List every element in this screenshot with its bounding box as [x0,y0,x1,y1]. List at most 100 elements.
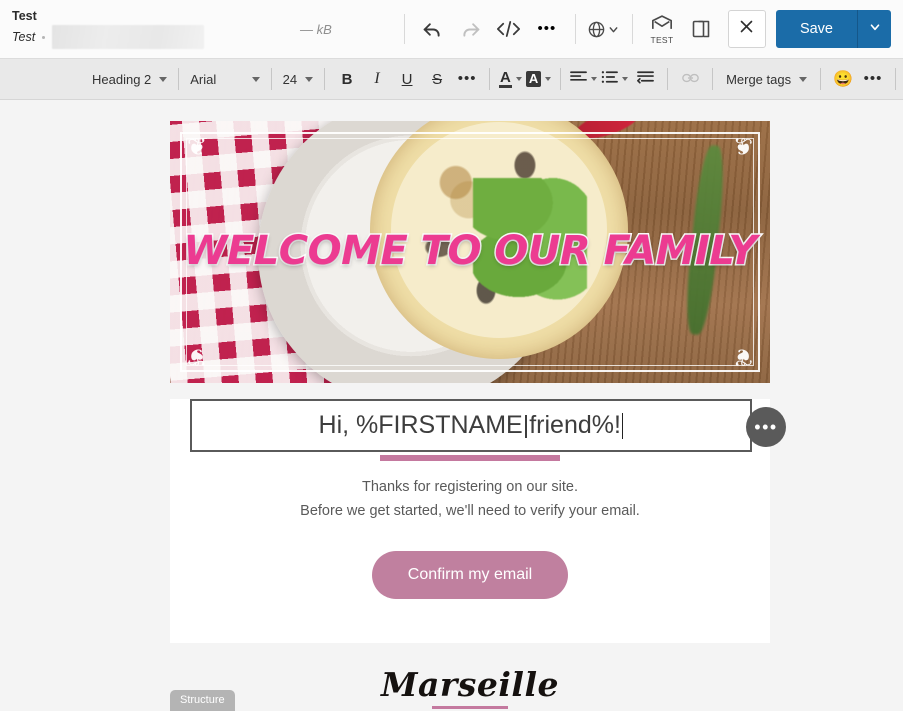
test-envelope-icon [651,14,673,35]
chevron-down-icon [251,76,260,82]
language-selector[interactable] [585,10,623,48]
more-text-format-button[interactable]: ••• [454,65,480,93]
font-size-dropdown[interactable]: 24 [279,65,317,93]
confirm-email-button[interactable]: Confirm my email [371,551,569,599]
hero-image-block[interactable]: ❦ ❦ ❦ ❦ WELCOME TO OUR FAMILY [170,121,770,383]
heading-text: Hi, %FIRSTNAME|friend%! [318,411,621,439]
close-editor-button[interactable] [727,10,766,48]
body-line-2: Before we get started, we'll need to ver… [300,503,640,519]
hero-headline: WELCOME TO OUR FAMILY [182,227,759,276]
brand-logo-underline [432,706,508,709]
italic-label: I [374,70,380,87]
heading-block[interactable]: Hi, %FIRSTNAME|friend%! ••• [170,399,786,461]
ellipsis-icon: ••• [863,70,883,87]
body-line-1: Thanks for registering on our site. [362,479,578,495]
chevron-down-icon [305,76,314,82]
highlight-color-icon: A [525,71,542,87]
chevron-down-icon [607,23,620,36]
text-cursor [621,412,624,439]
divider [178,68,180,90]
source-code-button[interactable] [490,10,528,48]
bold-label: B [341,70,353,88]
divider [895,68,896,90]
divider [403,14,405,44]
send-test-button[interactable]: TEST [642,8,682,50]
ellipsis-icon: ••• [537,20,557,37]
save-options-button[interactable] [857,10,891,48]
italic-button[interactable]: I [364,65,390,93]
separator-dot [42,35,46,39]
corner-flourish-icon: ❦ [187,343,208,370]
strikethrough-label: S [432,70,443,88]
text-color-button[interactable]: A [497,65,524,93]
align-button[interactable] [568,65,599,93]
redo-icon [460,19,481,40]
align-left-icon [570,70,588,89]
document-meta: Test Test [0,9,290,49]
emoji-icon: 😀 [833,71,853,88]
divider [631,14,633,44]
email-body: ❦ ❦ ❦ ❦ WELCOME TO OUR FAMILY Hi, %FIRST… [170,121,786,709]
more-toolbar-button[interactable]: ••• [860,65,886,93]
paragraph-style-dropdown[interactable]: Heading 2 [88,65,171,93]
bold-button[interactable]: B [334,65,360,93]
font-family-dropdown[interactable]: Arial [186,65,264,93]
document-title: Test [12,9,37,23]
bulleted-list-icon [601,70,619,89]
cta-block[interactable]: Confirm my email [170,523,770,643]
email-size-label: — kB [300,21,332,37]
text-color-icon: A [499,69,512,88]
device-preview-icon [691,19,711,39]
email-canvas[interactable]: ❦ ❦ ❦ ❦ WELCOME TO OUR FAMILY Hi, %FIRST… [0,100,903,711]
paragraph-style-value: Heading 2 [92,71,152,87]
emoji-button[interactable]: 😀 [830,65,856,93]
code-icon [497,19,521,39]
indent-button[interactable] [632,65,658,93]
structure-badge[interactable]: Structure [170,690,235,711]
test-label: TEST [650,34,674,45]
merge-tags-dropdown[interactable]: Merge tags [720,65,813,93]
globe-icon [587,20,606,39]
font-size-value: 24 [282,71,298,87]
undo-icon [422,19,443,40]
close-icon [739,19,754,39]
divider [324,68,326,90]
underline-label: U [401,70,413,88]
selected-text-editor[interactable]: Hi, %FIRSTNAME|friend%! ••• [190,399,786,452]
font-family-value: Arial [190,71,217,87]
underline-button[interactable]: U [394,65,420,93]
divider [560,68,562,90]
undo-button[interactable] [414,10,452,48]
insert-link-button[interactable] [677,65,703,93]
redacted-field [52,25,205,49]
chevron-down-icon [515,77,522,81]
chevron-down-icon [622,77,629,81]
indent-icon [636,70,654,88]
format-toolbar: Heading 2 Arial 24 B I U S ••• A A Merge… [0,59,903,100]
link-icon [681,71,699,88]
corner-flourish-icon: ❦ [187,134,208,161]
save-button[interactable]: Save [775,10,857,48]
preview-device-button[interactable] [682,10,720,48]
highlight-color-button[interactable]: A [524,65,553,93]
corner-flourish-icon: ❦ [732,134,753,161]
footer-logo-block[interactable]: Marseille [170,643,770,709]
brand-logo-text: Marseille [381,665,559,704]
chevron-down-icon [591,77,598,81]
divider [820,68,822,90]
body-copy: Thanks for registering on our site. Befo… [170,461,770,523]
save-button-group: Save [775,10,891,48]
chevron-down-icon [159,76,168,82]
chevron-down-icon [799,76,808,82]
merge-tags-label: Merge tags [726,71,792,87]
divider [489,68,491,90]
strikethrough-button[interactable]: S [424,65,450,93]
block-options-handle[interactable]: ••• [746,407,786,447]
divider [712,68,714,90]
body-text-block[interactable]: Thanks for registering on our site. Befo… [170,461,770,523]
more-actions-button[interactable]: ••• [528,10,566,48]
heading-underline-rule [380,455,560,461]
list-button[interactable] [599,65,630,93]
document-subtitle: Test [12,30,36,44]
redo-button[interactable] [452,10,490,48]
